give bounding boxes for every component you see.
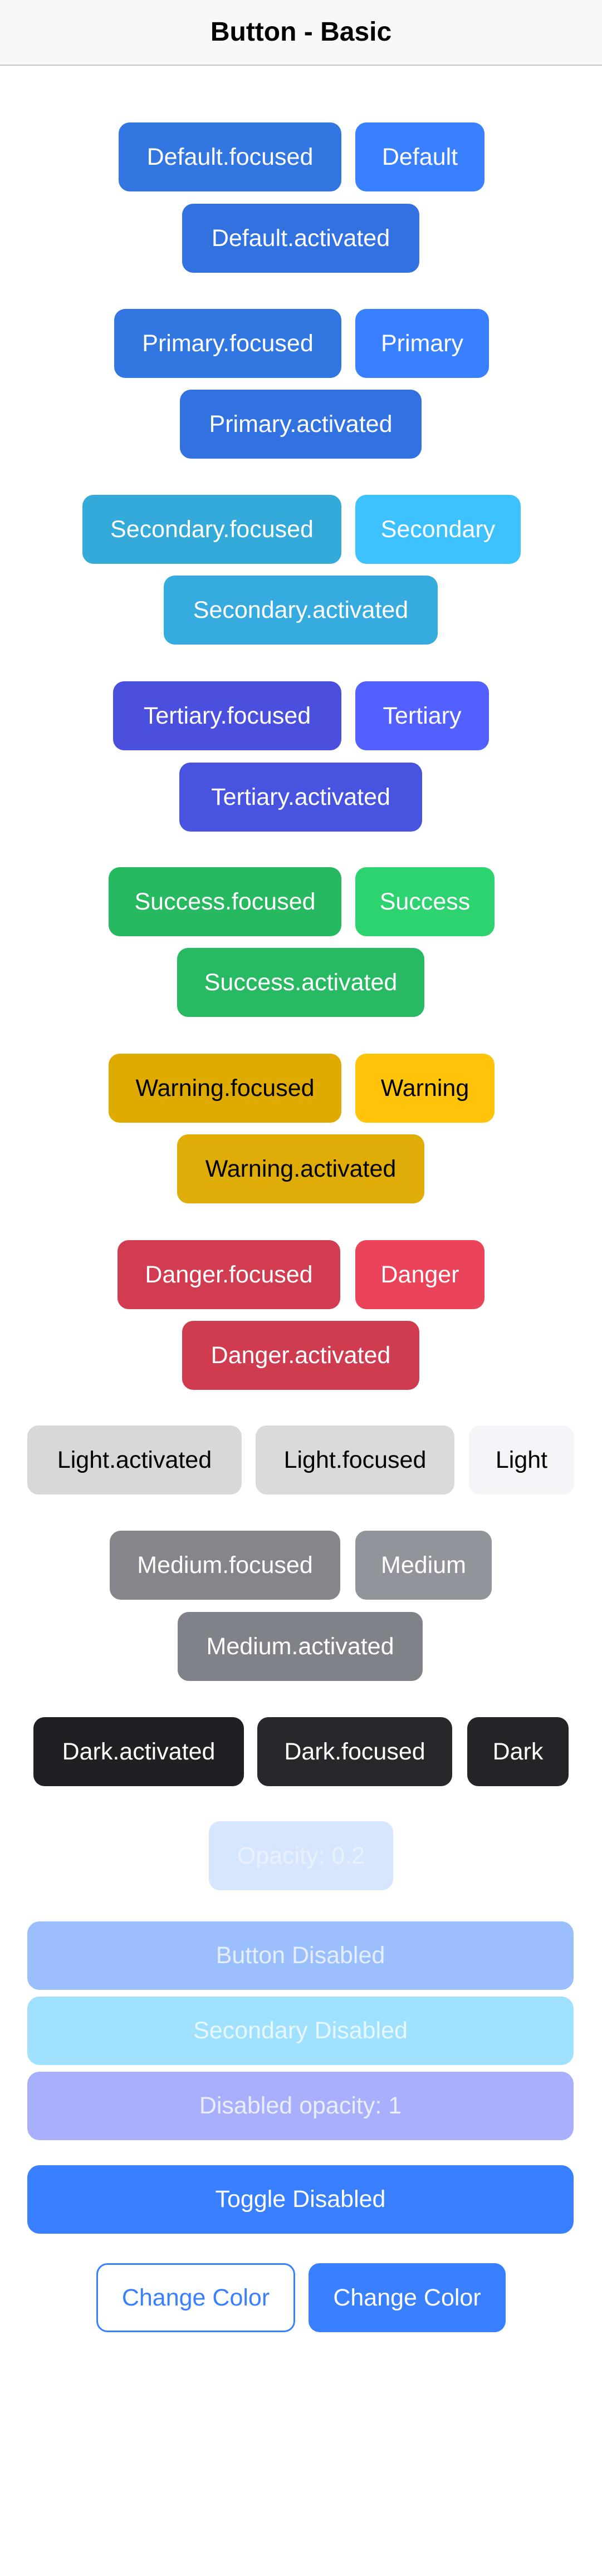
primary-button[interactable]: Primary <box>355 309 489 378</box>
success-focused-button[interactable]: Success.focused <box>109 867 341 936</box>
change-color-outline-button[interactable]: Change Color <box>96 2263 295 2332</box>
success-activated-button[interactable]: Success.activated <box>177 948 424 1017</box>
dark-button[interactable]: Dark <box>467 1717 569 1786</box>
danger-focused-button[interactable]: Danger.focused <box>118 1240 340 1309</box>
button-disabled: Button Disabled <box>27 1921 574 1990</box>
tertiary-button[interactable]: Tertiary <box>355 681 489 750</box>
dark-focused-button[interactable]: Dark.focused <box>257 1717 452 1786</box>
page-title: Button - Basic <box>210 17 392 47</box>
secondary-disabled-button: Secondary Disabled <box>27 1997 574 2065</box>
light-focused-button[interactable]: Light.focused <box>256 1425 454 1495</box>
disabled-opacity-button: Disabled opacity: 1 <box>27 2072 574 2140</box>
opacity-button[interactable]: Opacity: 0.2 <box>209 1821 393 1890</box>
medium-button[interactable]: Medium <box>355 1531 492 1600</box>
warning-focused-button[interactable]: Warning.focused <box>109 1054 341 1123</box>
primary-focused-button[interactable]: Primary.focused <box>114 309 341 378</box>
default-button[interactable]: Default <box>355 122 484 191</box>
danger-button[interactable]: Danger <box>355 1240 484 1309</box>
toggle-disabled-button[interactable]: Toggle Disabled <box>27 2165 574 2234</box>
light-activated-button[interactable]: Light.activated <box>27 1425 242 1495</box>
toolbar: Button - Basic <box>0 0 602 66</box>
danger-activated-button[interactable]: Danger.activated <box>182 1321 419 1390</box>
light-button[interactable]: Light <box>469 1425 574 1495</box>
secondary-button[interactable]: Secondary <box>355 495 521 564</box>
medium-activated-button[interactable]: Medium.activated <box>178 1612 423 1681</box>
default-focused-button[interactable]: Default.focused <box>119 122 341 191</box>
medium-focused-button[interactable]: Medium.focused <box>110 1531 340 1600</box>
default-activated-button[interactable]: Default.activated <box>182 204 419 273</box>
change-color-button[interactable]: Change Color <box>309 2263 506 2332</box>
secondary-focused-button[interactable]: Secondary.focused <box>82 495 341 564</box>
tertiary-activated-button[interactable]: Tertiary.activated <box>179 763 422 832</box>
dark-activated-button[interactable]: Dark.activated <box>33 1717 244 1786</box>
warning-button[interactable]: Warning <box>355 1054 495 1123</box>
secondary-activated-button[interactable]: Secondary.activated <box>164 576 438 645</box>
primary-activated-button[interactable]: Primary.activated <box>180 390 422 459</box>
warning-activated-button[interactable]: Warning.activated <box>177 1134 424 1203</box>
success-button[interactable]: Success <box>355 867 495 936</box>
tertiary-focused-button[interactable]: Tertiary.focused <box>113 681 341 750</box>
